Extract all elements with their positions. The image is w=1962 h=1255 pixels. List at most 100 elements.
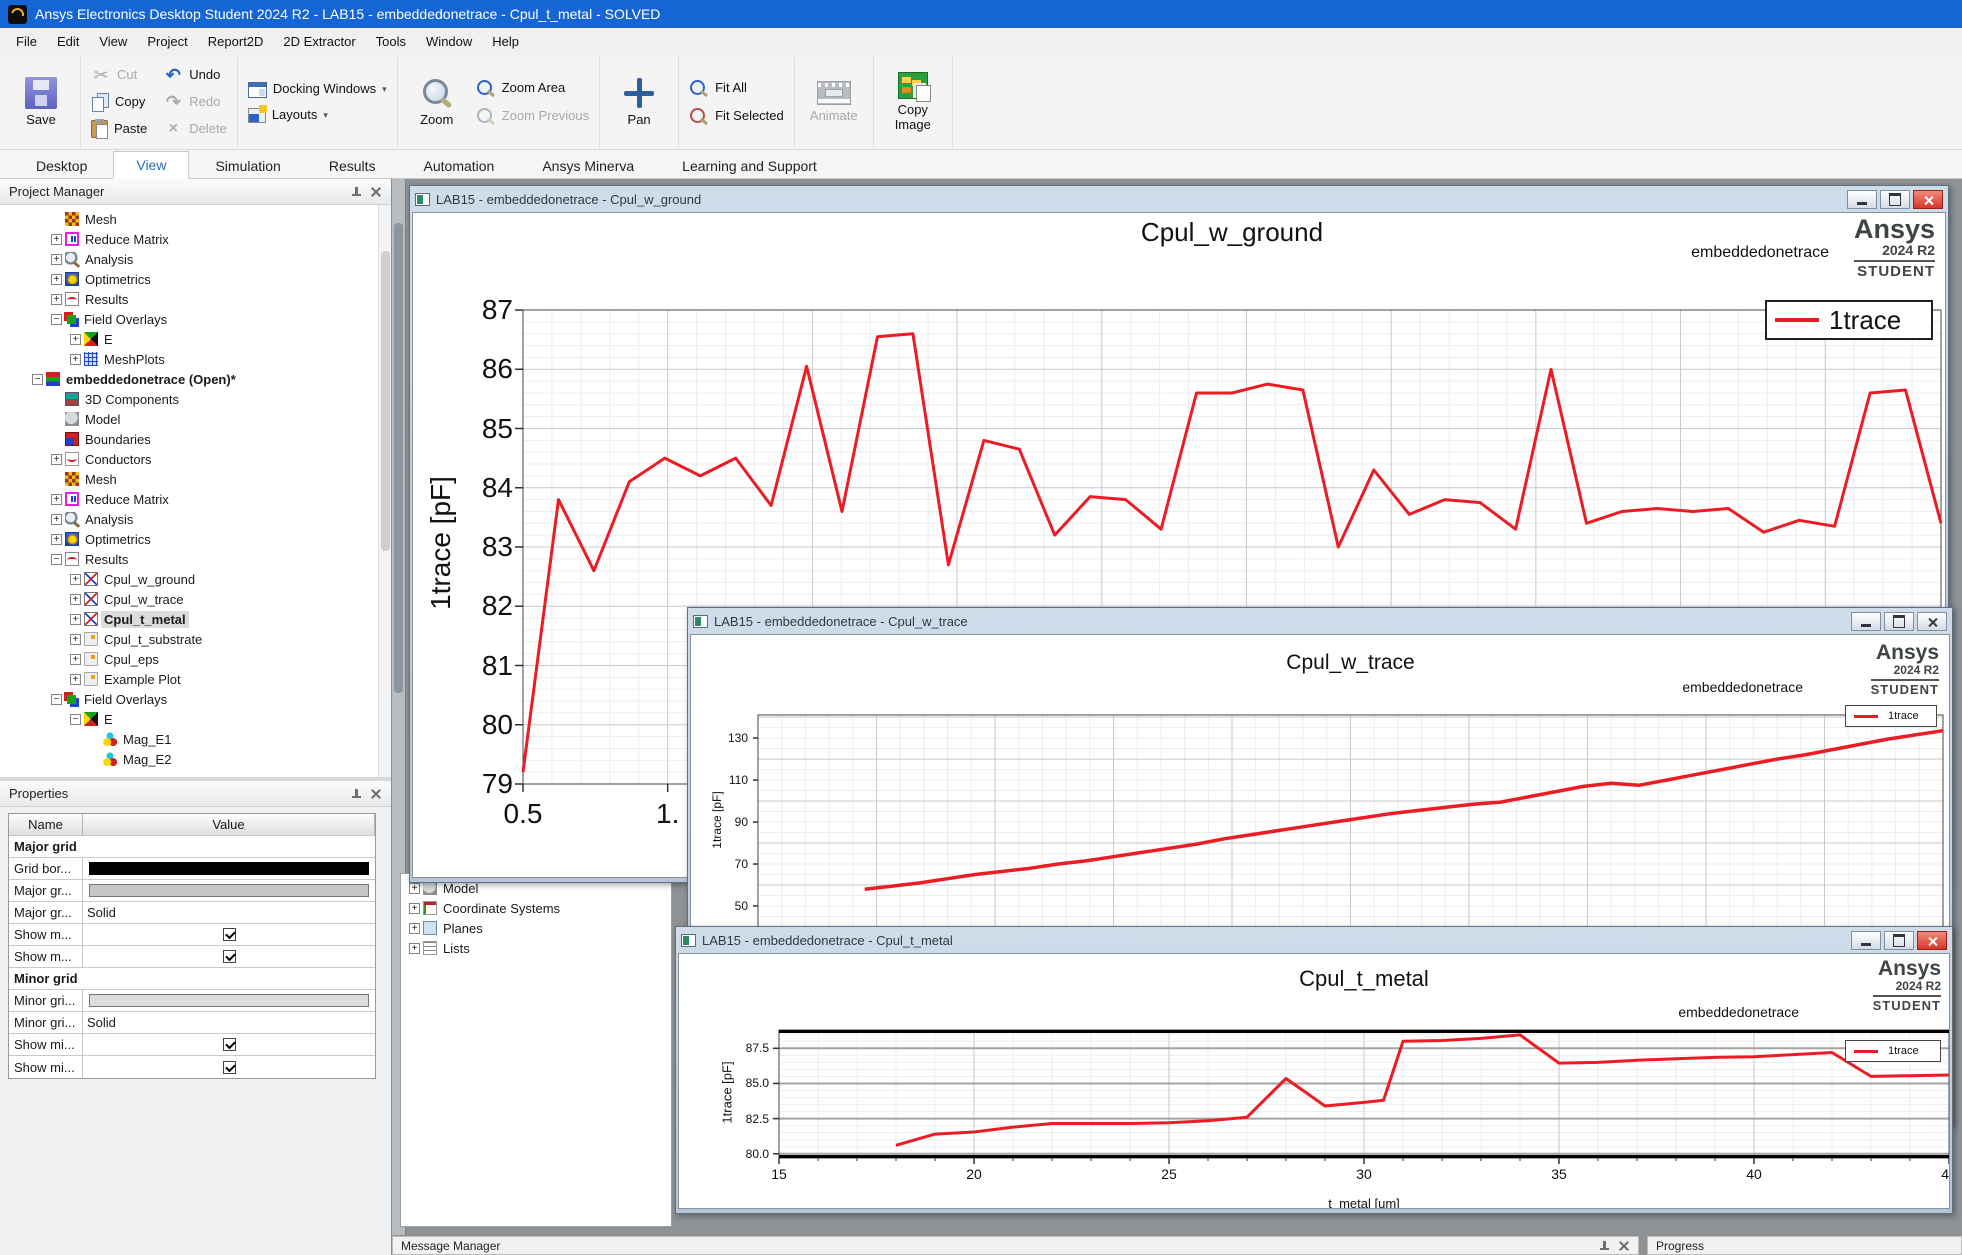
tree-item-conductors[interactable]: +Conductors [0, 449, 391, 469]
window-titlebar[interactable]: LAB15 - embeddedonetrace - Cpul_w_trace [690, 610, 1950, 634]
expander-icon[interactable]: − [51, 314, 62, 325]
tree-item-e[interactable]: +E [0, 329, 391, 349]
column-header-value[interactable]: Value [83, 814, 375, 835]
tab-view[interactable]: View [113, 151, 189, 179]
dropdown-arrow-icon[interactable]: ▾ [323, 110, 328, 121]
column-header-name[interactable]: Name [9, 814, 83, 835]
tree-item-mag-e1[interactable]: Mag_E1 [0, 729, 391, 749]
pan-button[interactable]: Pan [610, 77, 668, 127]
expander-icon[interactable]: + [70, 354, 81, 365]
tree-item-meshplots[interactable]: +MeshPlots [0, 349, 391, 369]
expander-icon[interactable]: + [51, 494, 62, 505]
close-icon[interactable] [370, 788, 382, 800]
modeler-item-coordinate-systems[interactable]: +Coordinate Systems [403, 898, 669, 918]
expander-icon[interactable]: + [51, 274, 62, 285]
menu-help[interactable]: Help [482, 30, 529, 53]
animate-button[interactable]: Animate [805, 81, 863, 123]
tab-simulation[interactable]: Simulation [193, 153, 302, 179]
tree-item-results[interactable]: −Results [0, 549, 391, 569]
tree-item-reduce-matrix[interactable]: +Reduce Matrix [0, 229, 391, 249]
zoom-previous-button[interactable]: Zoom Previous [476, 107, 589, 125]
expander-icon[interactable]: + [51, 454, 62, 465]
menu-view[interactable]: View [89, 30, 137, 53]
menu-window[interactable]: Window [416, 30, 482, 53]
save-button[interactable]: Save [12, 77, 70, 127]
tree-item-mag-e2[interactable]: Mag_E2 [0, 749, 391, 769]
tab-desktop[interactable]: Desktop [14, 153, 109, 179]
color-swatch[interactable] [89, 884, 369, 897]
tree-item-cpul-t-substrate[interactable]: +Cpul_t_substrate [0, 629, 391, 649]
redo-button[interactable]: ↷Redo [163, 92, 227, 112]
property-value[interactable] [83, 858, 375, 879]
menu-2d-extractor[interactable]: 2D Extractor [273, 30, 365, 53]
tree-item-mesh[interactable]: Mesh [0, 209, 391, 229]
checkbox[interactable] [223, 950, 236, 963]
legend-box[interactable]: 1trace [1765, 300, 1933, 340]
pin-icon[interactable] [1598, 1240, 1610, 1252]
tree-item-example-plot[interactable]: +Example Plot [0, 669, 391, 689]
tree-item-boundaries[interactable]: Boundaries [0, 429, 391, 449]
tree-item-e[interactable]: −E [0, 709, 391, 729]
expander-icon[interactable]: − [51, 694, 62, 705]
menu-edit[interactable]: Edit [47, 30, 89, 53]
tree-item-reduce-matrix[interactable]: +Reduce Matrix [0, 489, 391, 509]
expander-icon[interactable]: + [51, 234, 62, 245]
pin-icon[interactable] [350, 186, 362, 198]
checkbox[interactable] [223, 928, 236, 941]
minimize-button[interactable] [1851, 931, 1881, 950]
tree-item-results[interactable]: +Results [0, 289, 391, 309]
close-icon[interactable] [370, 186, 382, 198]
app-titlebar[interactable]: Ansys Electronics Desktop Student 2024 R… [0, 0, 1962, 28]
tree-item-cpul-t-metal[interactable]: +Cpul_t_metal [0, 609, 391, 629]
window-titlebar[interactable]: LAB15 - embeddedonetrace - Cpul_w_ground [412, 188, 1946, 212]
dropdown-arrow-icon[interactable]: ▾ [382, 84, 387, 95]
delete-button[interactable]: ×Delete [163, 119, 227, 139]
zoom-button[interactable]: Zoom [408, 77, 466, 127]
scrollbar-thumb[interactable] [381, 251, 390, 551]
maximize-button[interactable] [1880, 190, 1910, 209]
property-value[interactable] [83, 1034, 375, 1055]
tab-results[interactable]: Results [307, 153, 398, 179]
maximize-button[interactable] [1884, 931, 1914, 950]
pin-icon[interactable] [350, 788, 362, 800]
checkbox[interactable] [223, 1061, 236, 1074]
menu-tools[interactable]: Tools [366, 30, 416, 53]
tree-item-analysis[interactable]: +Analysis [0, 249, 391, 269]
tree-item-optimetrics[interactable]: +Optimetrics [0, 529, 391, 549]
property-value[interactable] [83, 924, 375, 945]
menu-report2d[interactable]: Report2D [198, 30, 274, 53]
tree-item-mesh[interactable]: Mesh [0, 469, 391, 489]
color-swatch[interactable] [89, 862, 369, 875]
expander-icon[interactable]: + [409, 943, 420, 954]
minimize-button[interactable] [1851, 612, 1881, 631]
tree-item-analysis[interactable]: +Analysis [0, 509, 391, 529]
tab-automation[interactable]: Automation [402, 153, 517, 179]
legend-box[interactable]: 1trace [1845, 1040, 1941, 1062]
plot-area-cpul_t_metal[interactable] [779, 1030, 1949, 1158]
expander-icon[interactable]: + [70, 594, 81, 605]
expander-icon[interactable]: + [409, 883, 420, 894]
window-titlebar[interactable]: LAB15 - embeddedonetrace - Cpul_t_metal [678, 929, 1950, 953]
layouts-button[interactable]: Layouts▾ [248, 108, 387, 123]
tree-item-embeddedonetrace-open[interactable]: −embeddedonetrace (Open)* [0, 369, 391, 389]
minimize-button[interactable] [1847, 190, 1877, 209]
tree-item-field-overlays[interactable]: −Field Overlays [0, 309, 391, 329]
expander-icon[interactable]: + [70, 674, 81, 685]
fit-selected-button[interactable]: Fit Selected [689, 107, 784, 125]
properties-header[interactable]: Properties [0, 781, 391, 807]
property-value[interactable] [83, 990, 375, 1011]
tree-item-model[interactable]: Model [0, 409, 391, 429]
maximize-button[interactable] [1884, 612, 1914, 631]
tree-scrollbar[interactable] [378, 205, 391, 777]
message-manager-bar[interactable]: Message Manager [392, 1236, 1639, 1255]
expander-icon[interactable]: + [70, 614, 81, 625]
modeler-item-lists[interactable]: +Lists [403, 938, 669, 958]
progress-bar-panel[interactable]: Progress [1647, 1236, 1962, 1255]
plot-area-cpul_w_trace[interactable] [758, 715, 1943, 927]
tree-item-3d-components[interactable]: 3D Components [0, 389, 391, 409]
tab-ansys-minerva[interactable]: Ansys Minerva [520, 153, 656, 179]
tree-item-cpul-w-ground[interactable]: +Cpul_w_ground [0, 569, 391, 589]
property-value[interactable] [83, 880, 375, 901]
expander-icon[interactable]: − [32, 374, 43, 385]
tree-item-cpul-eps[interactable]: +Cpul_eps [0, 649, 391, 669]
